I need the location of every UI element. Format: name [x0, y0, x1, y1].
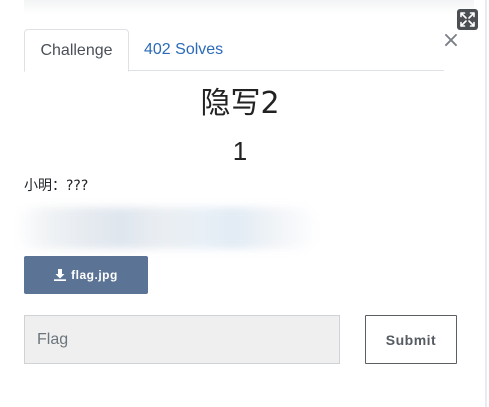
blurred-region	[14, 207, 320, 249]
flag-input[interactable]	[24, 315, 340, 364]
download-file-label: flag.jpg	[71, 268, 118, 282]
tab-solves[interactable]: 402 Solves	[144, 29, 223, 70]
expand-icon	[460, 12, 475, 27]
page-scrollbar-edge	[485, 0, 487, 407]
challenge-value: 1	[232, 136, 248, 166]
modal-top-edge	[24, 0, 474, 14]
expand-button[interactable]	[457, 9, 478, 30]
submit-button[interactable]: Submit	[365, 315, 457, 364]
download-file-button[interactable]: flag.jpg	[24, 256, 148, 294]
challenge-description: 小明：???	[24, 178, 89, 194]
close-icon[interactable]: ×	[440, 29, 462, 53]
download-icon	[54, 269, 67, 281]
challenge-name: 隐写2	[200, 86, 280, 121]
tab-challenge[interactable]: Challenge	[24, 29, 129, 72]
